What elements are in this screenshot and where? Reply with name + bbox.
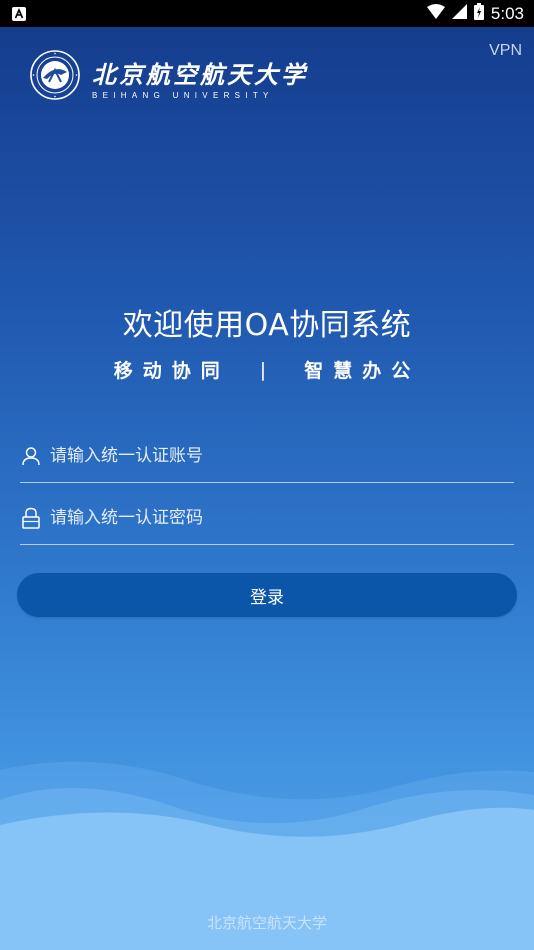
status-bar: 5:03 bbox=[0, 0, 534, 27]
status-time: 5:03 bbox=[490, 3, 524, 23]
slogan-separator: | bbox=[259, 358, 267, 381]
password-field-row bbox=[20, 492, 514, 545]
user-icon bbox=[20, 445, 42, 467]
university-emblem-icon bbox=[30, 50, 80, 104]
welcome-section: 欢迎使用OA协同系统 bbox=[0, 300, 534, 344]
wifi-icon bbox=[426, 4, 445, 23]
university-logo: 北京航空航天大学 BEIHANG UNIVERSITY bbox=[30, 50, 308, 104]
battery-icon bbox=[473, 3, 484, 24]
footer-text: 北京航空航天大学 bbox=[206, 914, 327, 932]
signal-icon bbox=[451, 4, 467, 23]
logo-chinese-name: 北京航空航天大学 bbox=[92, 59, 308, 89]
vpn-button[interactable]: VPN bbox=[489, 42, 522, 60]
login-button[interactable]: 登录 bbox=[17, 573, 517, 617]
slogan-right: 智慧办公 bbox=[304, 360, 421, 382]
welcome-title: 欢迎使用OA协同系统 bbox=[122, 308, 412, 343]
username-input[interactable] bbox=[50, 446, 514, 466]
lock-icon bbox=[20, 507, 42, 529]
username-field-row bbox=[20, 430, 514, 483]
slogan: 移动协同 | 智慧办公 bbox=[0, 356, 534, 383]
password-input[interactable] bbox=[50, 508, 514, 528]
notification-a-icon bbox=[12, 6, 26, 25]
slogan-left: 移动协同 bbox=[113, 360, 230, 382]
logo-english-name: BEIHANG UNIVERSITY bbox=[92, 90, 274, 100]
